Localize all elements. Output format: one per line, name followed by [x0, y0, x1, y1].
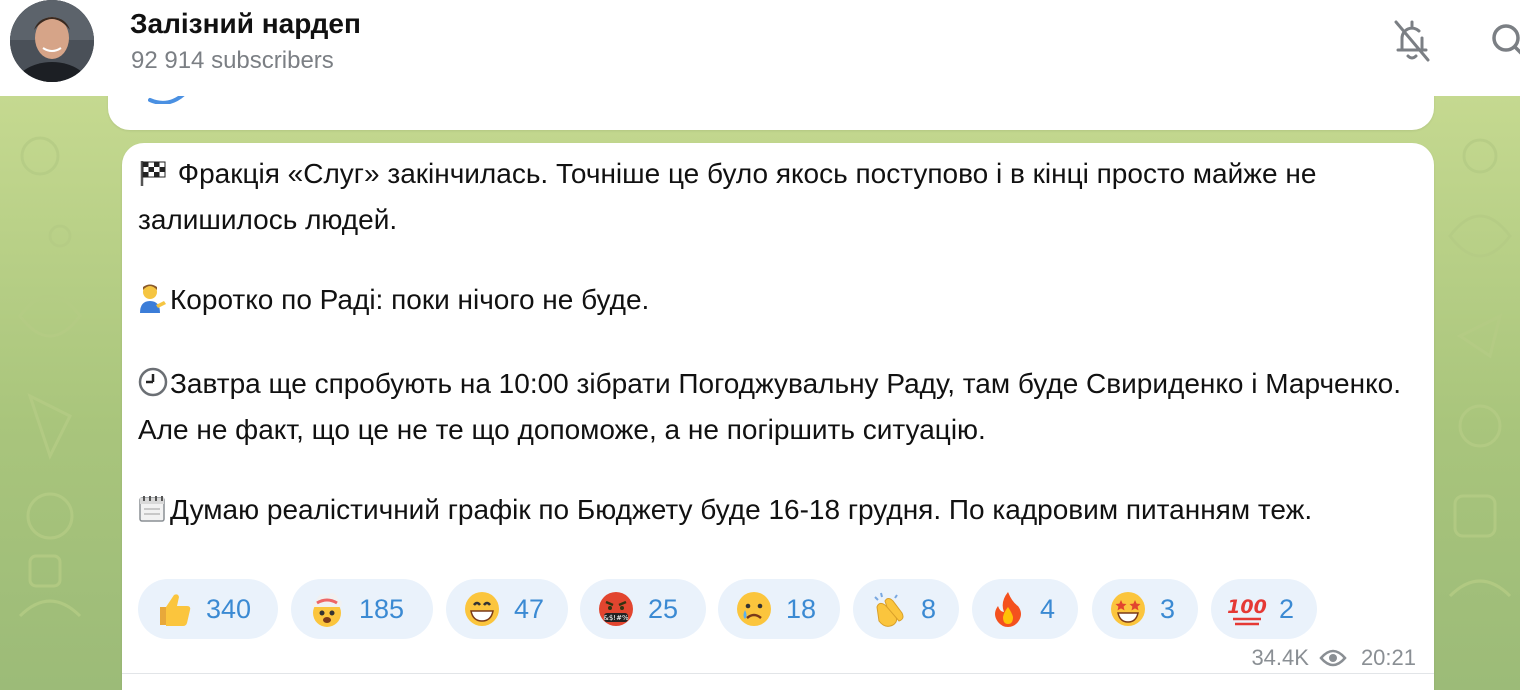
thumbs-up-icon	[152, 587, 196, 631]
search-icon[interactable]	[1486, 18, 1520, 62]
message-time: 20:21	[1360, 645, 1416, 670]
post-paragraph: Завтра ще спробують на 10:00 зібрати Пог…	[138, 367, 1401, 445]
reaction-fire[interactable]: 4	[972, 579, 1078, 639]
reaction-clapping-hands[interactable]: 8	[853, 579, 959, 639]
grinning-face-icon	[460, 587, 504, 631]
post-paragraph: Коротко по Раді: поки нічого не буде.	[138, 279, 1408, 325]
svg-text:&$!#%: &$!#%	[603, 614, 629, 622]
reaction-star-struck[interactable]: 3	[1092, 579, 1198, 639]
hundred-points-icon: 100	[1225, 587, 1269, 631]
subscriber-count: 92 914 subscribers	[131, 47, 334, 74]
reaction-exploding-head[interactable]: 185	[291, 579, 433, 639]
fire-icon	[986, 587, 1030, 631]
face-with-symbols-icon: &$!#%	[594, 587, 638, 631]
spiral-calendar-icon	[138, 493, 168, 535]
message-meta: 34.4K 20:21	[1251, 643, 1416, 673]
reaction-grinning-face[interactable]: 47	[446, 579, 568, 639]
reactions-bar: 340 185 47 &$!#% 25 18 8 4 3 100 2	[138, 579, 1428, 639]
star-struck-icon	[1106, 587, 1150, 631]
channel-post: Фракція «Слуг» закінчилась. Точніше це б…	[122, 143, 1434, 690]
divider	[122, 673, 1434, 674]
exploding-head-icon	[305, 587, 349, 631]
bell-off-icon[interactable]	[1388, 16, 1436, 64]
svg-text:100: 100	[1227, 596, 1267, 618]
channel-header: Залізний нардеп 92 914 subscribers	[0, 0, 1520, 96]
channel-title[interactable]: Залізний нардеп	[130, 8, 361, 40]
reaction-thumbs-up[interactable]: 340	[138, 579, 278, 639]
person-tipping-hand-icon	[138, 283, 168, 325]
view-count: 34.4K	[1251, 645, 1309, 670]
eye-icon	[1319, 648, 1347, 668]
reaction-crying-face[interactable]: 18	[718, 579, 840, 639]
channel-avatar[interactable]	[10, 0, 94, 82]
crying-face-icon	[732, 587, 776, 631]
reaction-hundred-points[interactable]: 100 2	[1211, 579, 1317, 639]
clock-icon	[138, 367, 168, 409]
chequered-flag-icon	[138, 157, 168, 199]
reaction-face-with-symbols[interactable]: &$!#% 25	[580, 579, 706, 639]
post-paragraph: Фракція «Слуг» закінчилась. Точніше це б…	[138, 157, 1317, 235]
clapping-hands-icon	[867, 587, 911, 631]
post-paragraph: Думаю реалістичний графік по Бюджету буд…	[138, 489, 1408, 535]
